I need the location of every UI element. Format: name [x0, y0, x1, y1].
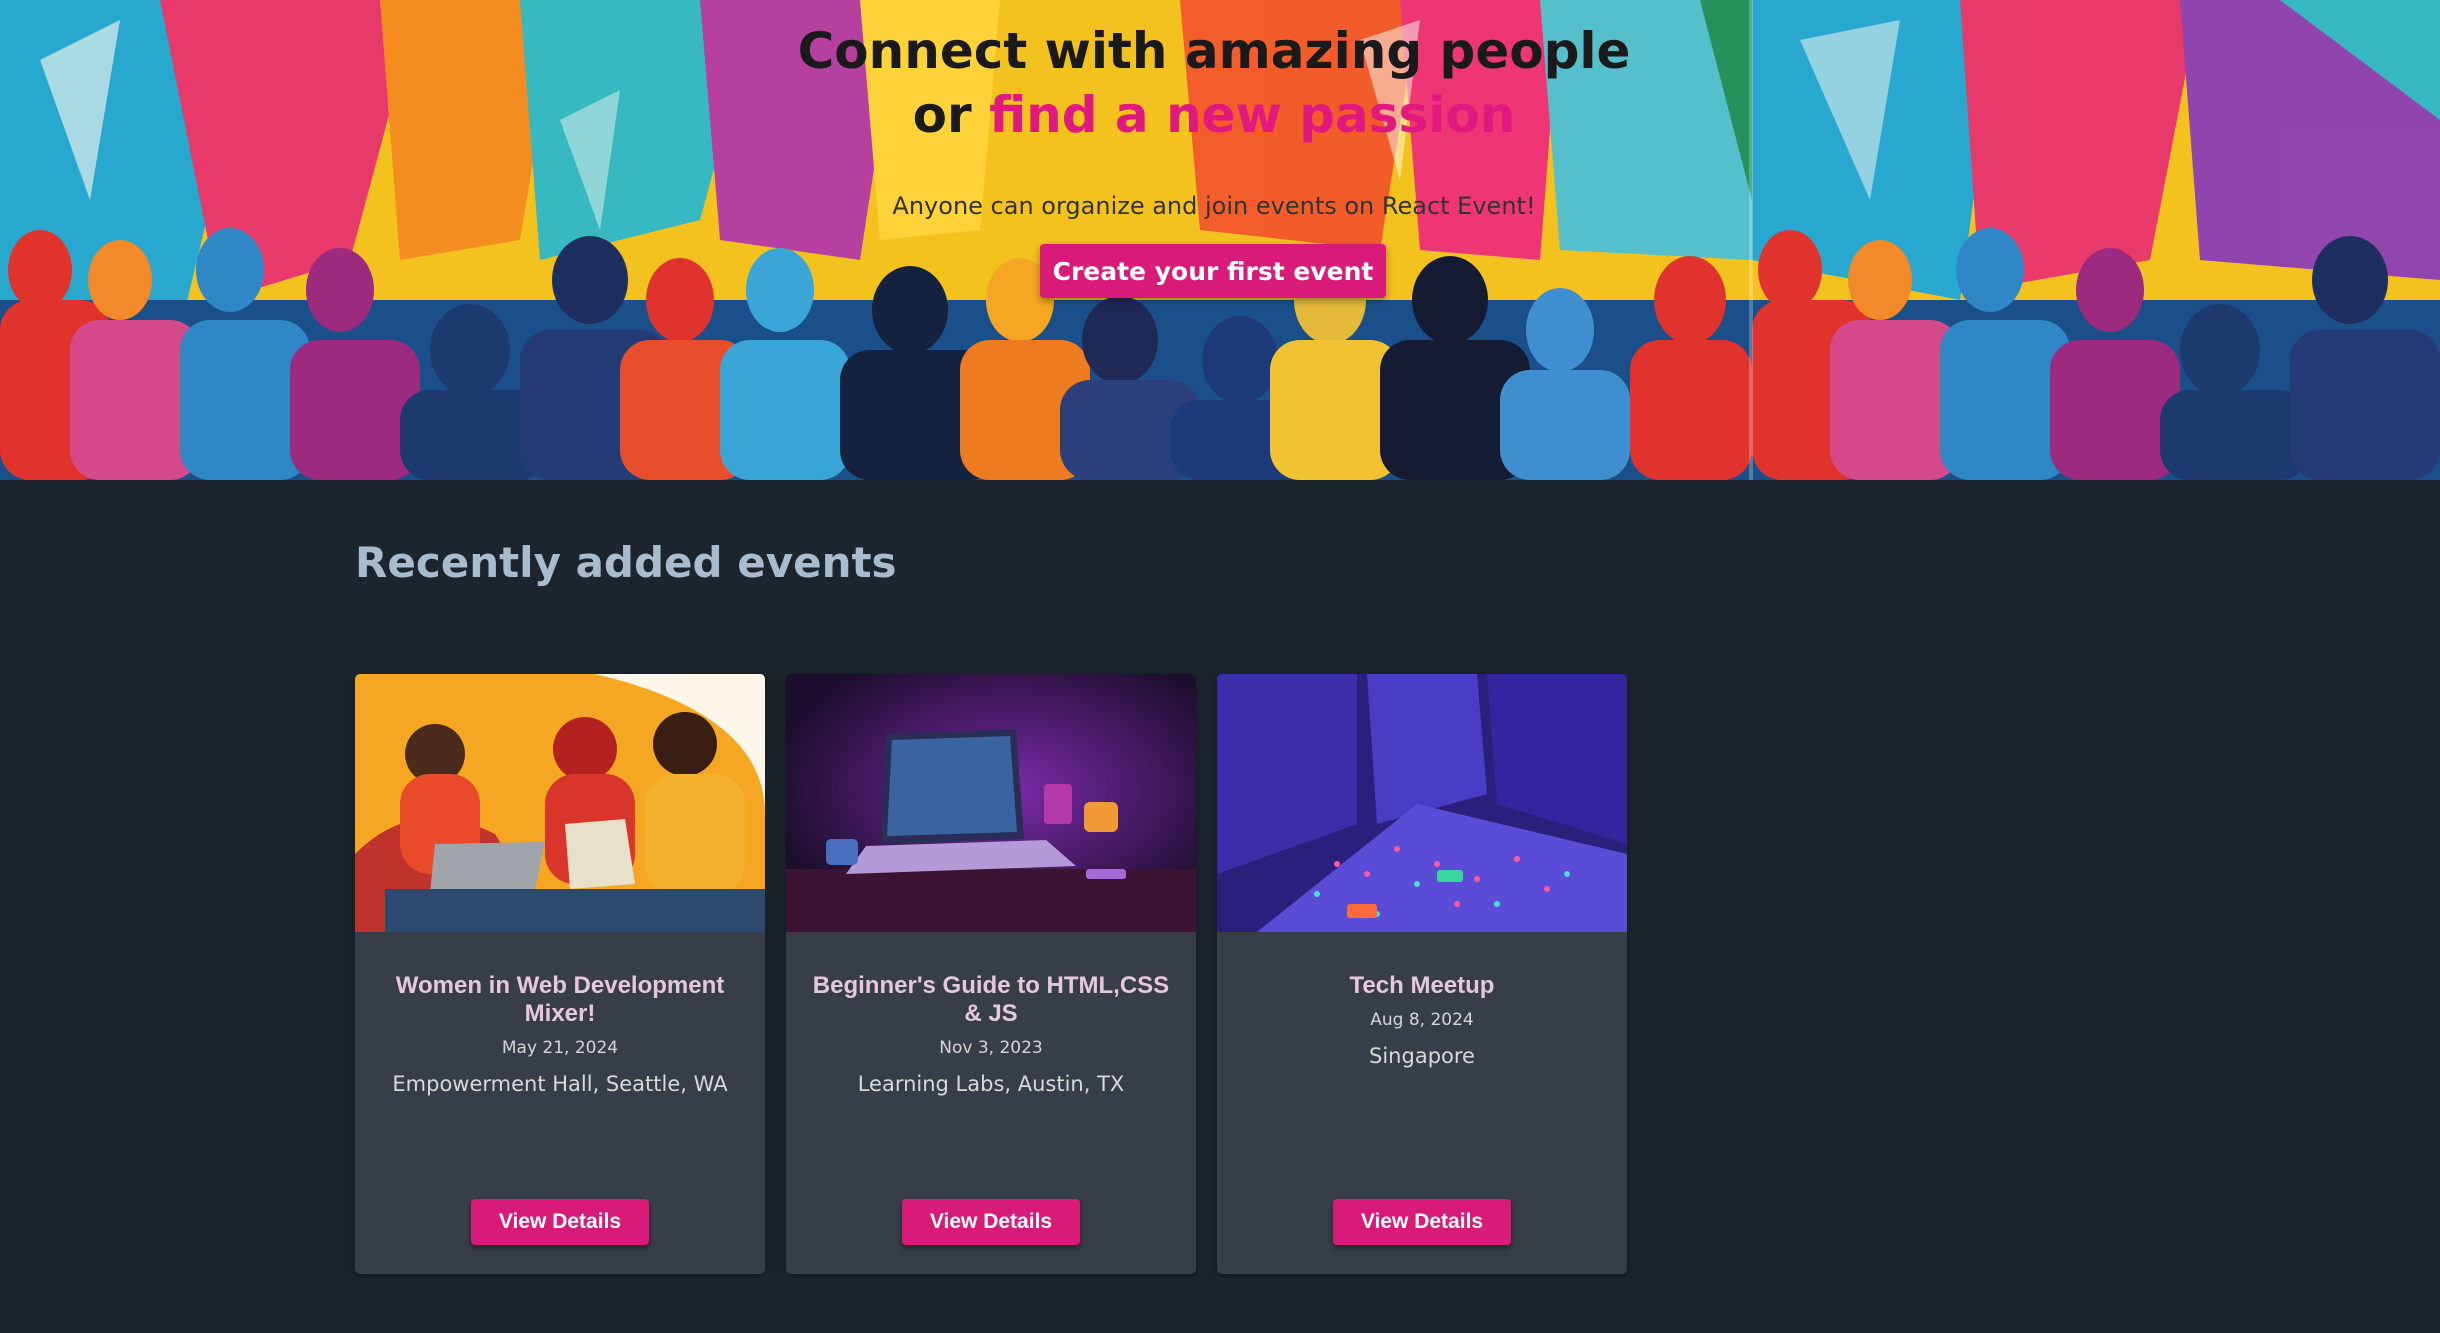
- hero-subtitle: Anyone can organize and join events on R…: [892, 192, 1536, 220]
- hero-headline-line2: or find a new passion: [0, 84, 2428, 146]
- event-date: May 21, 2024: [501, 1038, 619, 1058]
- event-venue: Learning Labs, Austin, TX: [857, 1072, 1125, 1096]
- hero-headline-accent: find a new passion: [989, 86, 1516, 144]
- event-image-html-css-js: [786, 674, 1196, 932]
- create-first-event-button[interactable]: Create your first event: [1040, 244, 1386, 298]
- event-venue: Empowerment Hall, Seattle, WA: [392, 1072, 728, 1096]
- hero-headline-prefix: or: [912, 86, 990, 144]
- view-details-button[interactable]: View Details: [1333, 1199, 1511, 1245]
- view-details-button[interactable]: View Details: [471, 1199, 649, 1245]
- event-title: Women in Web Development Mixer!: [395, 972, 725, 1027]
- event-image-women-in-web-dev: [355, 674, 765, 932]
- event-image-tech-meetup: [1217, 674, 1627, 932]
- view-details-button[interactable]: View Details: [902, 1199, 1080, 1245]
- hero-banner: Connect with amazing people or find a ne…: [0, 0, 2440, 480]
- event-venue: Singapore: [1369, 1044, 1475, 1068]
- event-date: Nov 3, 2023: [939, 1038, 1043, 1058]
- event-title: Tech Meetup: [1349, 972, 1495, 999]
- event-title: Beginner's Guide to HTML,CSS & JS: [812, 972, 1170, 1027]
- event-card: Women in Web Development Mixer! May 21, …: [355, 674, 765, 1274]
- event-date: Aug 8, 2024: [1370, 1010, 1474, 1030]
- event-card: Tech Meetup Aug 8, 2024 Singapore View D…: [1217, 674, 1627, 1274]
- hero-headline: Connect with amazing people: [797, 22, 1631, 80]
- section-title: Recently added events: [355, 538, 897, 587]
- event-card: Beginner's Guide to HTML,CSS & JS Nov 3,…: [786, 674, 1196, 1274]
